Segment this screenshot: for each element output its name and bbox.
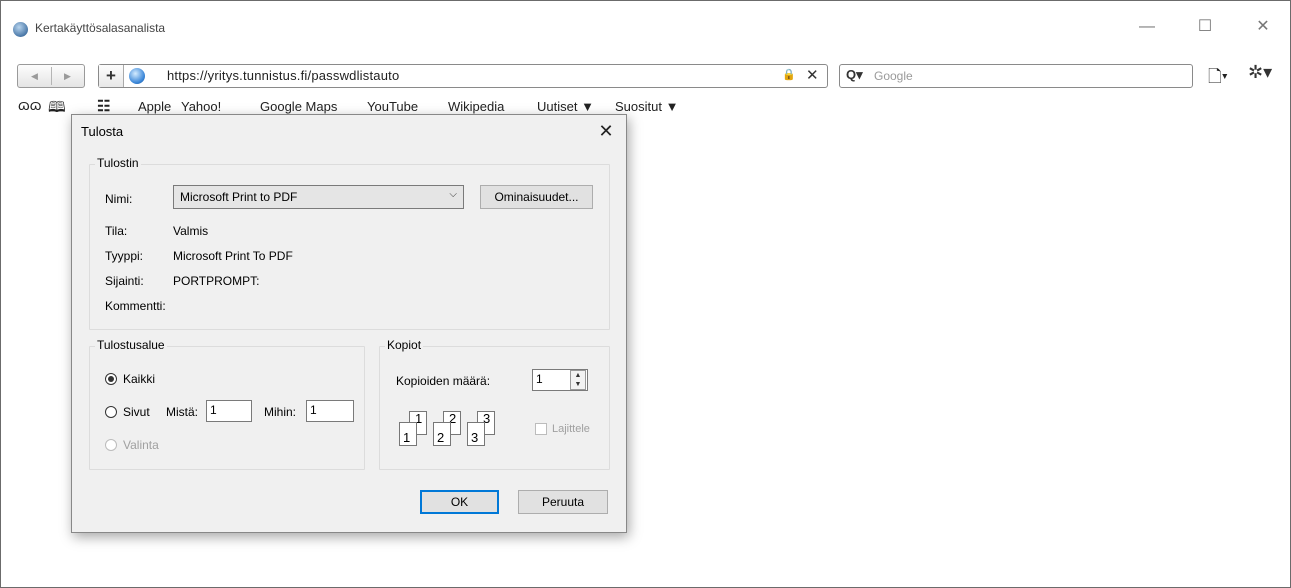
add-bookmark-button[interactable]: + <box>99 65 124 87</box>
window-title: Kertakäyttösalasanalista <box>35 21 166 35</box>
bookmark-uutiset[interactable]: Uutiset ▼ <box>537 99 594 114</box>
collate-page-front: 3 <box>467 422 485 446</box>
range-all-radio[interactable] <box>105 373 117 385</box>
range-pages-label: Sivut <box>123 405 150 419</box>
bookmarks-book-icon[interactable]: 🕮 <box>48 97 66 122</box>
copies-group-label: Kopiot <box>385 338 424 352</box>
chevron-down-icon: ⌵ <box>449 189 457 200</box>
forward-button[interactable]: ▶ <box>51 65 84 87</box>
back-button[interactable]: ◀ <box>18 65 51 87</box>
range-all-label: Kaikki <box>123 372 156 386</box>
to-input[interactable]: 1 <box>306 400 354 422</box>
location-value: PORTPROMPT: <box>173 274 260 288</box>
stop-icon[interactable]: ✕ <box>806 66 819 84</box>
dialog-close-button[interactable]: ✕ <box>592 117 620 145</box>
range-pages-radio[interactable] <box>105 406 117 418</box>
collate-preview-icon: 1 1 2 2 3 3 <box>396 411 522 451</box>
site-globe-icon <box>129 68 145 84</box>
bookmark-youtube[interactable]: YouTube <box>367 99 418 114</box>
print-range-group-label: Tulostusalue <box>95 338 167 352</box>
from-label: Mistä: <box>166 405 199 419</box>
lock-icon: 🔒 <box>782 69 796 81</box>
bookmark-wikipedia[interactable]: Wikipedia <box>448 99 504 114</box>
search-input[interactable]: Google <box>874 69 913 83</box>
status-label: Tila: <box>105 224 128 238</box>
url-input[interactable]: https://yritys.tunnistus.fi/passwdlistau… <box>167 68 399 83</box>
bookmark-apple[interactable]: Apple <box>138 99 171 114</box>
range-selection-label: Valinta <box>123 438 159 452</box>
nav-buttons: ◀ ▶ <box>17 64 85 88</box>
page-menu-icon[interactable]: 🗋▾ <box>1208 64 1228 93</box>
browser-logo-icon <box>13 22 28 37</box>
printer-name-value: Microsoft Print to PDF <box>180 190 298 204</box>
collate-page-front: 2 <box>433 422 451 446</box>
ok-button[interactable]: OK <box>420 490 499 514</box>
search-icon[interactable]: Q▾ <box>846 67 863 83</box>
bookmark-suositut[interactable]: Suositut ▼ <box>615 99 678 114</box>
bookmark-yahoo[interactable]: Yahoo! <box>181 99 221 114</box>
minimize-button[interactable]: — <box>1135 15 1159 39</box>
copies-spinner[interactable]: ▲ ▼ <box>570 370 586 390</box>
search-bar[interactable]: Q▾ Google <box>839 64 1193 88</box>
maximize-button[interactable]: ☐ <box>1193 15 1217 39</box>
properties-button[interactable]: Ominaisuudet... <box>480 185 593 209</box>
print-dialog: Tulosta ✕ Tulostin Nimi: Microsoft Print… <box>71 114 627 533</box>
dialog-title: Tulosta <box>81 124 124 139</box>
spin-down-icon[interactable]: ▼ <box>571 380 585 389</box>
location-label: Sijainti: <box>105 274 144 288</box>
collate-page-front: 1 <box>399 422 417 446</box>
spin-up-icon[interactable]: ▲ <box>571 371 585 380</box>
top-sites-grid-icon[interactable]: ☷ <box>97 97 110 115</box>
reading-list-icon[interactable]: ɷɷ <box>18 97 41 114</box>
type-label: Tyyppi: <box>105 249 144 263</box>
cancel-button[interactable]: Peruuta <box>518 490 608 514</box>
bookmark-google-maps[interactable]: Google Maps <box>260 99 337 114</box>
copies-group <box>379 346 610 470</box>
status-value: Valmis <box>173 224 209 238</box>
from-input[interactable]: 1 <box>206 400 252 422</box>
title-bar: Kertakäyttösalasanalista — ☐ ✕ <box>1 1 1290 57</box>
range-selection-radio[interactable] <box>105 439 117 451</box>
to-label: Mihin: <box>264 405 297 419</box>
collate-label: Lajittele <box>552 423 590 435</box>
printer-name-select[interactable]: Microsoft Print to PDF ⌵ <box>173 185 464 209</box>
copies-count-label: Kopioiden määrä: <box>396 374 491 388</box>
printer-name-label: Nimi: <box>105 192 133 206</box>
type-value: Microsoft Print To PDF <box>173 249 293 263</box>
comment-label: Kommentti: <box>105 299 166 313</box>
address-bar[interactable]: + https://yritys.tunnistus.fi/passwdlist… <box>98 64 828 88</box>
printer-group-label: Tulostin <box>95 156 141 170</box>
gear-icon[interactable]: ✲▾ <box>1248 62 1272 83</box>
collate-checkbox[interactable] <box>535 423 547 435</box>
close-window-button[interactable]: ✕ <box>1251 15 1275 39</box>
